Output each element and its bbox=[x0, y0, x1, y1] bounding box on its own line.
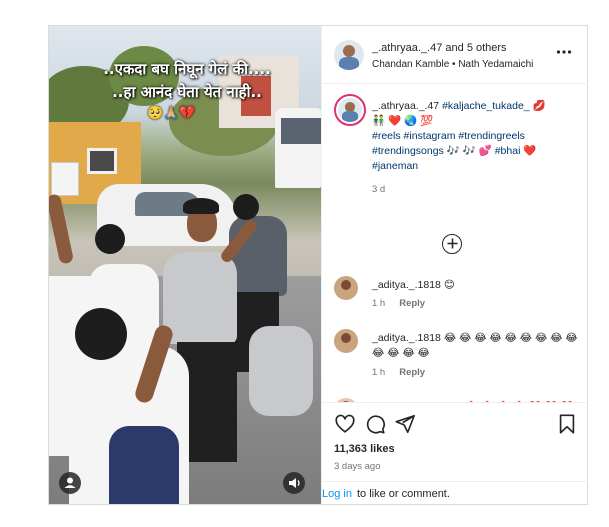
hashtag-link[interactable]: #kaljache_tukade_ bbox=[442, 100, 530, 112]
hashtag-link[interactable]: #trendingsongs bbox=[372, 145, 444, 157]
avatar-body bbox=[339, 56, 359, 70]
post-header: _.athryaa._.47 and 5 others Chandan Kamb… bbox=[322, 26, 588, 84]
comment-item: _aditya._.1818 😂 😂 😂 😂 😂 😂 😂 😂 😂 😂 😂 😂 😂… bbox=[334, 329, 584, 385]
comment-text: 😊 bbox=[443, 279, 455, 291]
login-link[interactable]: Log in bbox=[322, 488, 352, 500]
person-hair bbox=[183, 198, 219, 214]
comment-username[interactable]: _aditya._.1818 bbox=[372, 332, 441, 344]
reply-button[interactable]: Reply bbox=[399, 367, 425, 378]
post-side-panel: _.athryaa._.47 and 5 others Chandan Kamb… bbox=[321, 26, 588, 504]
caption-emojis-line: 👬 ❤️ 🌏 💯 bbox=[372, 115, 434, 127]
hashtag-links[interactable]: #reels #instagram #trendingreels bbox=[372, 130, 525, 142]
comment-meta: 1 h Reply bbox=[372, 298, 439, 309]
header-others[interactable]: 5 others bbox=[467, 42, 507, 54]
caption-emoji: 🎶 🎶 💕 bbox=[446, 145, 492, 157]
person-head bbox=[233, 194, 259, 220]
sign-board bbox=[51, 162, 79, 196]
hashtag-link[interactable]: #janeman bbox=[372, 160, 418, 172]
caption-text: _.athryaa._.47 #kaljache_tukade_ 💋 👬 ❤️ … bbox=[372, 99, 580, 174]
person-figure bbox=[249, 326, 313, 416]
video-overlay-text: ..एकदा बघ निघून गेलं की.... ..हा आनंद घे… bbox=[59, 58, 315, 104]
avatar-face bbox=[343, 45, 355, 58]
truck-window bbox=[281, 118, 321, 144]
header-subtitle[interactable]: Chandan Kamble • Nath Yedamaichi bbox=[372, 59, 533, 70]
login-bar: Log in to like or comment. bbox=[322, 481, 588, 505]
header-and: and bbox=[442, 42, 467, 54]
user-tag-icon[interactable] bbox=[59, 472, 81, 494]
caption-time[interactable]: 3 d bbox=[372, 184, 385, 195]
plus-circle-icon[interactable] bbox=[442, 234, 462, 254]
heart-icon[interactable] bbox=[334, 413, 356, 435]
comment-item: _aditya._.1818 😊 1 h Reply bbox=[334, 276, 584, 316]
post-actions: 11,363 likes 3 days ago Log in to like o… bbox=[322, 402, 588, 504]
avatar-face bbox=[341, 280, 351, 290]
post-card: ..एकदा बघ निघून गेलं की.... ..हा आनंद घे… bbox=[48, 25, 588, 505]
header-username[interactable]: _.athryaa._.47 bbox=[372, 42, 442, 54]
post-video[interactable]: ..एकदा बघ निघून गेलं की.... ..हा आनंद घे… bbox=[49, 26, 321, 504]
avatar-face bbox=[341, 333, 351, 343]
comment-body: _aditya._.1818 😂 😂 😂 😂 😂 😂 😂 😂 😂 😂 😂 😂 😂 bbox=[372, 331, 580, 361]
post-date[interactable]: 3 days ago bbox=[334, 461, 380, 472]
send-icon[interactable] bbox=[394, 413, 416, 435]
person-figure bbox=[229, 216, 287, 296]
avatar-body bbox=[342, 111, 358, 122]
likes-count[interactable]: 11,363 likes bbox=[334, 443, 395, 455]
overlay-line-1: ..एकदा बघ निघून गेलं की.... bbox=[103, 60, 271, 78]
comment-meta: 1 h Reply bbox=[372, 367, 439, 378]
window bbox=[87, 148, 117, 174]
caption-avatar[interactable] bbox=[334, 94, 366, 126]
commenter-avatar[interactable] bbox=[334, 329, 358, 353]
person-arm bbox=[49, 193, 75, 265]
comment-time[interactable]: 1 h bbox=[372, 367, 385, 378]
caption-emoji: 💋 bbox=[532, 100, 546, 112]
bookmark-icon[interactable] bbox=[556, 413, 578, 435]
login-prompt-text: to like or comment. bbox=[357, 488, 450, 500]
overlay-line-2: ..हा आनंद घेता येत नाही.. bbox=[112, 83, 262, 101]
more-horizontal-icon[interactable] bbox=[556, 44, 572, 65]
caption-emoji: ❤️ bbox=[523, 145, 537, 157]
comment-time[interactable]: 1 h bbox=[372, 298, 385, 309]
person-head bbox=[95, 224, 125, 254]
commenter-avatar[interactable] bbox=[334, 276, 358, 300]
person-striped-shirt bbox=[109, 426, 179, 504]
audio-icon[interactable] bbox=[283, 472, 305, 494]
comment-body: _aditya._.1818 😊 bbox=[372, 278, 580, 293]
caption-username[interactable]: _.athryaa._.47 bbox=[372, 100, 439, 112]
author-avatar[interactable] bbox=[334, 40, 364, 70]
reply-button[interactable]: Reply bbox=[399, 298, 425, 309]
header-title: _.athryaa._.47 and 5 others bbox=[372, 42, 507, 54]
hashtag-link[interactable]: #bhai bbox=[495, 145, 521, 157]
caption-avatar-image bbox=[338, 98, 362, 122]
person-head bbox=[75, 308, 127, 360]
comment-username[interactable]: _aditya._.1818 bbox=[372, 279, 441, 291]
overlay-emojis: 🥺🙏🏼💔 bbox=[147, 106, 196, 121]
comments-scroll-area[interactable]: _.athryaa._.47 #kaljache_tukade_ 💋 👬 ❤️ … bbox=[322, 84, 588, 402]
comment-icon[interactable] bbox=[364, 413, 386, 435]
person-figure bbox=[163, 252, 237, 344]
